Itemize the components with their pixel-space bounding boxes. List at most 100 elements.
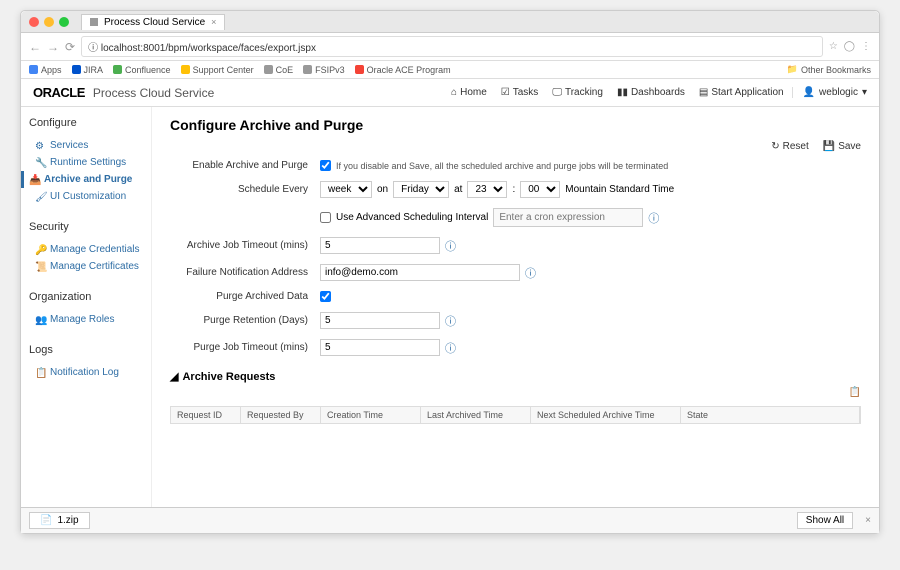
schedule-unit-select[interactable]: week (320, 181, 372, 198)
back-icon[interactable]: ← (29, 40, 41, 54)
save-button[interactable]: 💾Save (823, 141, 861, 152)
main-panel: Configure Archive and Purge ↻Reset 💾Save… (151, 107, 879, 507)
menu-icon[interactable]: ⋮ (861, 41, 871, 52)
email-label: Failure Notification Address (170, 267, 320, 278)
schedule-hour-select[interactable]: 23 (467, 181, 507, 198)
home-icon: ⌂ (451, 87, 457, 98)
sidebar-item-ui[interactable]: 🖌UI Customization (29, 188, 143, 205)
close-window-button[interactable] (29, 17, 39, 27)
app-header: ORACLE Process Cloud Service ⌂Home ☑Task… (21, 79, 879, 107)
nav-tasks[interactable]: ☑Tasks (501, 87, 539, 98)
info-icon[interactable]: ⓘ (445, 340, 456, 356)
requests-table-header: Request ID Requested By Creation Time La… (170, 406, 861, 424)
nav-tracking[interactable]: 🖵Tracking (552, 87, 603, 98)
sidebar-group-security: Security (29, 221, 143, 233)
close-downloads-icon[interactable]: × (865, 515, 871, 526)
url-input[interactable]: ⓘ localhost:8001/bpm/workspace/faces/exp… (81, 36, 823, 57)
file-icon: 📄 (40, 515, 52, 526)
info-icon[interactable]: ⓘ (445, 313, 456, 329)
save-icon: 💾 (823, 141, 835, 152)
downloads-bar: 📄1.zip Show All × (21, 507, 879, 533)
sidebar-group-configure: Configure (29, 117, 143, 129)
info-icon[interactable]: ⓘ (525, 265, 536, 281)
confluence-bookmark[interactable]: Confluence (113, 65, 171, 75)
nav-dashboards[interactable]: ▮▮Dashboards (617, 87, 685, 98)
purge-checkbox[interactable] (320, 291, 331, 302)
profile-icon[interactable]: ◯ (844, 41, 855, 52)
log-icon: 📋 (35, 368, 45, 378)
window-titlebar: Process Cloud Service × (21, 11, 879, 33)
page-title: Configure Archive and Purge (170, 117, 861, 133)
support-bookmark[interactable]: Support Center (181, 65, 254, 75)
browser-tab[interactable]: Process Cloud Service × (81, 14, 225, 30)
schedule-minute-select[interactable]: 00 (520, 181, 560, 198)
star-icon[interactable]: ☆ (829, 41, 838, 52)
sidebar-item-archive[interactable]: 📥Archive and Purge (21, 171, 143, 188)
maximize-window-button[interactable] (59, 17, 69, 27)
archive-requests-header: ◢Archive Requests (170, 370, 861, 383)
reload-icon[interactable]: ⟳ (65, 40, 75, 54)
timeout-input[interactable] (320, 237, 440, 254)
address-bar: ← → ⟳ ⓘ localhost:8001/bpm/workspace/fac… (21, 33, 879, 61)
purge-label: Purge Archived Data (170, 291, 320, 302)
forward-icon[interactable]: → (47, 40, 59, 54)
user-menu[interactable]: 👤 weblogic ▾ (792, 87, 867, 98)
tab-title: Process Cloud Service (104, 17, 205, 28)
collapse-icon[interactable]: ◢ (170, 370, 178, 383)
brush-icon: 🖌 (35, 192, 45, 202)
advanced-checkbox[interactable] (320, 212, 331, 223)
dashboards-icon: ▮▮ (617, 87, 628, 98)
purgetimeout-label: Purge Job Timeout (mins) (170, 342, 320, 353)
sidebar-item-services[interactable]: ⚙Services (29, 137, 143, 154)
email-input[interactable] (320, 264, 520, 281)
reset-icon: ↻ (771, 141, 779, 152)
download-item[interactable]: 📄1.zip (29, 512, 90, 529)
coe-bookmark[interactable]: CoE (264, 65, 294, 75)
enable-checkbox[interactable] (320, 160, 331, 171)
sidebar-item-credentials[interactable]: 🔑Manage Credentials (29, 241, 143, 258)
purgetimeout-input[interactable] (320, 339, 440, 356)
nav-home[interactable]: ⌂Home (451, 87, 487, 98)
favicon-icon (90, 18, 98, 26)
key-icon: 🔑 (35, 245, 45, 255)
minimize-window-button[interactable] (44, 17, 54, 27)
sidebar-item-runtime[interactable]: 🔧Runtime Settings (29, 154, 143, 171)
enable-label: Enable Archive and Purge (170, 160, 320, 171)
sidebar-group-organization: Organization (29, 291, 143, 303)
bookmark-bar: Apps JIRA Confluence Support Center CoE … (21, 61, 879, 79)
jira-bookmark[interactable]: JIRA (72, 65, 104, 75)
retention-label: Purge Retention (Days) (170, 315, 320, 326)
ace-bookmark[interactable]: Oracle ACE Program (355, 65, 451, 75)
timezone-label: Mountain Standard Time (565, 184, 674, 195)
sidebar-group-logs: Logs (29, 344, 143, 356)
cert-icon: 📜 (35, 262, 45, 272)
reset-button[interactable]: ↻Reset (771, 141, 809, 152)
schedule-day-select[interactable]: Friday (393, 181, 449, 198)
close-tab-icon[interactable]: × (211, 17, 216, 27)
cron-input[interactable] (493, 208, 643, 227)
archive-icon: 📥 (29, 175, 39, 185)
sidebar: Configure ⚙Services 🔧Runtime Settings 📥A… (21, 107, 151, 507)
gear-icon: ⚙ (35, 141, 45, 151)
oracle-logo: ORACLE (33, 85, 85, 100)
retention-input[interactable] (320, 312, 440, 329)
apps-bookmark[interactable]: Apps (29, 65, 62, 75)
other-bookmarks[interactable]: 📁 Other Bookmarks (787, 64, 871, 75)
show-all-button[interactable]: Show All (797, 512, 853, 529)
enable-hint: If you disable and Save, all the schedul… (336, 161, 668, 171)
tracking-icon: 🖵 (552, 87, 562, 98)
export-icon[interactable]: 📋 (849, 387, 861, 398)
sidebar-item-roles[interactable]: 👥Manage Roles (29, 311, 143, 328)
fsip-bookmark[interactable]: FSIPv3 (303, 65, 345, 75)
sidebar-item-notifications[interactable]: 📋Notification Log (29, 364, 143, 381)
timeout-label: Archive Job Timeout (mins) (170, 240, 320, 251)
start-icon: ▤ (699, 87, 708, 98)
schedule-label: Schedule Every (170, 184, 320, 195)
info-icon[interactable]: ⓘ (445, 238, 456, 254)
info-icon[interactable]: ⓘ (648, 210, 659, 226)
advanced-label: Use Advanced Scheduling Interval (336, 212, 488, 223)
user-icon: 👤 (803, 87, 815, 98)
tasks-icon: ☑ (501, 87, 510, 98)
nav-start[interactable]: ▤Start Application (699, 87, 784, 98)
sidebar-item-certificates[interactable]: 📜Manage Certificates (29, 258, 143, 275)
